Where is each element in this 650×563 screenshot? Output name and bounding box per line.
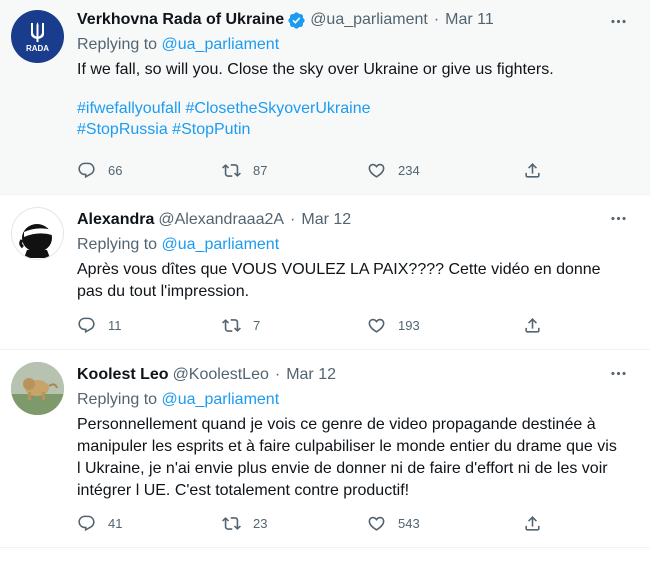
tweet-koolest-leo[interactable]: Koolest Leo @KoolestLeo · Mar 12 Replyin… [0, 350, 650, 548]
lion-cub-photo [11, 362, 64, 415]
author-name[interactable]: Alexandra [77, 210, 154, 230]
moor-head-icon [19, 224, 58, 258]
reply-count: 66 [108, 162, 123, 178]
share-button[interactable] [523, 159, 542, 181]
retweet-button[interactable]: 23 [222, 512, 267, 534]
reply-count: 11 [108, 317, 122, 333]
reply-to-link[interactable]: @ua_parliament [162, 236, 280, 253]
separator-dot: · [274, 366, 281, 383]
tweet-date[interactable]: Mar 12 [286, 365, 336, 385]
share-button[interactable] [523, 314, 542, 336]
tweet-text-line: Après vous dîtes que VOUS VOULEZ LA PAIX… [77, 261, 601, 278]
tweet-text-line: pas du tout l'impression. [77, 283, 250, 300]
more-icon[interactable] [608, 208, 628, 228]
reply-icon [77, 316, 96, 335]
reply-button[interactable]: 66 [77, 159, 122, 181]
hashtag-link[interactable]: #ifwefallyoufall [77, 100, 181, 117]
like-count: 234 [398, 162, 420, 178]
tweet-text-line: intégrer l UE. C'est totalement contre p… [77, 482, 410, 499]
hashtags: #ifwefallyoufall #ClosetheSkyoverUkraine… [77, 98, 626, 140]
tweet-text: If we fall, so will you. Close the sky o… [77, 61, 554, 78]
reply-icon [77, 161, 96, 180]
avatar[interactable] [11, 362, 64, 415]
tweet-text-line: l Ukraine, je n'ai envie plus envie de d… [77, 460, 608, 477]
more-icon[interactable] [608, 363, 628, 383]
retweet-count: 7 [253, 317, 261, 333]
retweet-button[interactable]: 87 [222, 159, 267, 181]
retweet-icon [222, 514, 241, 533]
tweet-date[interactable]: Mar 12 [301, 210, 351, 230]
retweet-icon [222, 316, 241, 335]
author-handle[interactable]: @KoolestLeo [173, 365, 269, 385]
hashtag-link[interactable]: #StopPutin [172, 121, 250, 138]
share-icon [523, 161, 542, 180]
tweet-rada[interactable]: RADA Verkhovna Rada of Ukraine @ua_parli… [0, 0, 650, 195]
tweet-text: Après vous dîtes que VOUS VOULEZ LA PAIX… [77, 259, 626, 303]
author-handle[interactable]: @ua_parliament [310, 10, 428, 30]
reply-button[interactable]: 11 [77, 314, 122, 336]
replying-to: Replying to @ua_parliament [77, 391, 280, 408]
separator-dot: · [290, 211, 296, 228]
tweet-text-line: manipuler les esprits et à faire culpabi… [77, 438, 617, 455]
tweet-text-line: Personnellement quand je vois ce genre d… [77, 416, 596, 433]
share-icon [523, 514, 542, 533]
like-icon [367, 161, 386, 180]
reply-button[interactable]: 41 [77, 512, 122, 534]
author-name[interactable]: Koolest Leo [77, 365, 169, 385]
like-count: 543 [398, 515, 420, 531]
retweet-button[interactable]: 7 [222, 314, 260, 336]
like-icon [367, 514, 386, 533]
tweet-alexandra[interactable]: Alexandra @Alexandraaa2A · Mar 12 Replyi… [0, 195, 650, 350]
retweet-count: 87 [253, 162, 268, 178]
avatar[interactable]: RADA [11, 10, 64, 63]
verified-badge-icon [287, 11, 306, 30]
like-count: 193 [398, 317, 420, 333]
avatar[interactable] [11, 207, 64, 260]
reply-count: 41 [108, 515, 123, 531]
like-button[interactable]: 193 [367, 314, 420, 336]
replying-to: Replying to @ua_parliament [77, 36, 280, 53]
like-icon [367, 316, 386, 335]
replying-to: Replying to @ua_parliament [77, 236, 280, 253]
rada-trident-logo: RADA [26, 22, 49, 53]
tweet-text: Personnellement quand je vois ce genre d… [77, 414, 626, 502]
reply-to-link[interactable]: @ua_parliament [162, 36, 280, 53]
reply-icon [77, 514, 96, 533]
hashtag-link[interactable]: #ClosetheSkyoverUkraine [186, 100, 371, 117]
author-handle[interactable]: @Alexandraaa2A [158, 210, 284, 230]
author-name[interactable]: Verkhovna Rada of Ukraine [77, 10, 284, 30]
more-icon[interactable] [608, 11, 628, 31]
share-icon [523, 316, 542, 335]
retweet-count: 23 [253, 515, 268, 531]
like-button[interactable]: 234 [367, 159, 420, 181]
share-button[interactable] [523, 512, 542, 534]
hashtag-link[interactable]: #StopRussia [77, 121, 168, 138]
like-button[interactable]: 543 [367, 512, 420, 534]
svg-text:RADA: RADA [26, 44, 49, 53]
retweet-icon [222, 161, 241, 180]
reply-to-link[interactable]: @ua_parliament [162, 391, 280, 408]
tweet-date[interactable]: Mar 11 [445, 10, 494, 30]
separator-dot: · [433, 11, 440, 28]
